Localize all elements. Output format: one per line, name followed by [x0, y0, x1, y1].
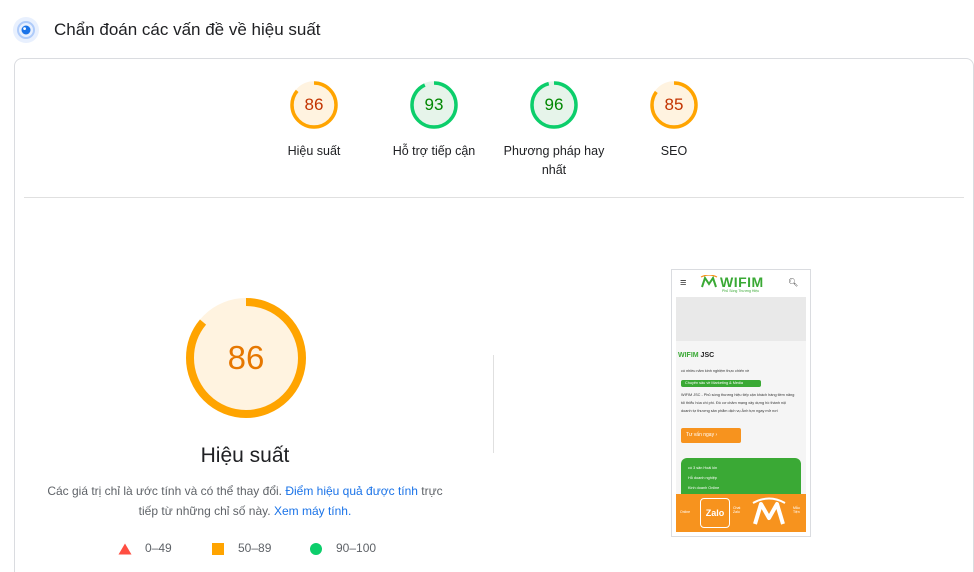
green-card-line: Hỗ doanh nghiệp	[688, 476, 717, 480]
vertical-divider	[493, 355, 494, 453]
green-card-line: Kinh doanh Online	[688, 486, 720, 490]
screenshot-pill: Chuyên sâu về Marketing & Media	[681, 380, 761, 387]
screenshot-line: có nhiều năm kinh nghiệm thực chiến về	[681, 369, 750, 373]
section-header: Chẩn đoán các vấn đề về hiệu suất	[0, 0, 974, 58]
category-gauges: 86 Hiệu suất 93 Hỗ trợ tiếp cận 96 Phươn…	[24, 80, 964, 190]
logo-text: WIFIM	[720, 274, 764, 290]
gauge-ring: 93	[409, 80, 459, 130]
lighthouse-icon	[13, 17, 39, 43]
green-card-line: có 3 sản Hoái kin	[688, 466, 718, 470]
gauge-accessibility[interactable]: 93 Hỗ trợ tiếp cận	[379, 80, 489, 161]
gauge-label: SEO	[660, 144, 688, 158]
gauge-label: Hỗ trợ tiếp cận	[392, 144, 476, 158]
footer-text: Online	[680, 510, 691, 514]
hero-placeholder	[676, 297, 806, 341]
circle-icon	[310, 543, 322, 555]
gauge-label: Phương pháp hay nhất	[503, 144, 605, 177]
gauge-score: 86	[304, 95, 324, 114]
score-calc-link[interactable]: Điểm hiệu quả được tính	[285, 484, 418, 498]
screenshot-line: tối thiểu hóa chi phí. Đồ cơ chăm mạng x…	[681, 401, 787, 405]
performance-description: Các giá trị chỉ là ước tính và có thể th…	[40, 481, 450, 521]
gauge-ring: 96	[529, 80, 579, 130]
legend-range: 50–89	[238, 541, 272, 555]
screenshot-line: doanh tự thương sản phẩm dịch vụ Ảnh tựn…	[681, 409, 778, 413]
performance-gauge-large: 86	[185, 297, 307, 419]
wifim-m-logo-icon	[752, 497, 786, 525]
view-calculator-link[interactable]: Xem máy tính.	[274, 504, 351, 518]
gauge-label: Hiệu suất	[287, 144, 341, 158]
hamburger-menu-icon: ≡	[680, 277, 687, 289]
performance-title: Hiệu suất	[200, 444, 290, 467]
gauge-ring: 86	[289, 80, 339, 130]
wifim-mark-icon	[700, 275, 718, 288]
gauge-best-practices[interactable]: 96 Phương pháp hay nhất	[499, 80, 609, 180]
search-icon: 🔍︎	[788, 278, 799, 287]
zalo-icon: Zalo	[700, 498, 730, 528]
legend-range: 0–49	[145, 541, 172, 555]
section-title: Chẩn đoán các vấn đề về hiệu suất	[54, 20, 321, 39]
screenshot-line: WIFIM JSC - Phủ sóng thương hiệu tiếp cậ…	[681, 393, 795, 397]
gauge-ring: 85	[649, 80, 699, 130]
gauge-seo[interactable]: 85 SEO	[619, 80, 729, 161]
gauge-score: 93	[424, 95, 444, 114]
horizontal-divider	[24, 197, 964, 198]
desc-text: Các giá trị chỉ là ước tính và có thể th…	[47, 484, 286, 498]
triangle-icon	[118, 543, 132, 555]
footer-text: Mẫu Tiện	[793, 506, 800, 514]
footer-text: Chat Zalo	[733, 506, 741, 514]
gauge-performance[interactable]: 86 Hiệu suất	[259, 80, 369, 161]
square-icon	[212, 543, 224, 555]
page-screenshot[interactable]: ≡ WIFIM Phủ Sóng Thương Hiệu 🔍︎ WIFIM JS…	[671, 269, 811, 537]
wifim-logo: WIFIM Phủ Sóng Thương Hiệu	[700, 274, 780, 294]
gauge-score: 96	[544, 95, 564, 114]
logo-tagline: Phủ Sóng Thương Hiệu	[722, 289, 760, 293]
gauge-score: 85	[664, 95, 684, 114]
heading-brand: WIFIM	[678, 352, 699, 359]
screenshot-cta-button: Tư vấn ngay ›	[681, 428, 741, 443]
performance-score: 86	[227, 339, 265, 376]
legend-range: 90–100	[336, 541, 377, 555]
screenshot-heading: WIFIM JSC	[678, 352, 714, 359]
screenshot-navbar: ≡ WIFIM Phủ Sóng Thương Hiệu 🔍︎	[672, 270, 810, 296]
heading-rest: JSC	[698, 352, 715, 359]
